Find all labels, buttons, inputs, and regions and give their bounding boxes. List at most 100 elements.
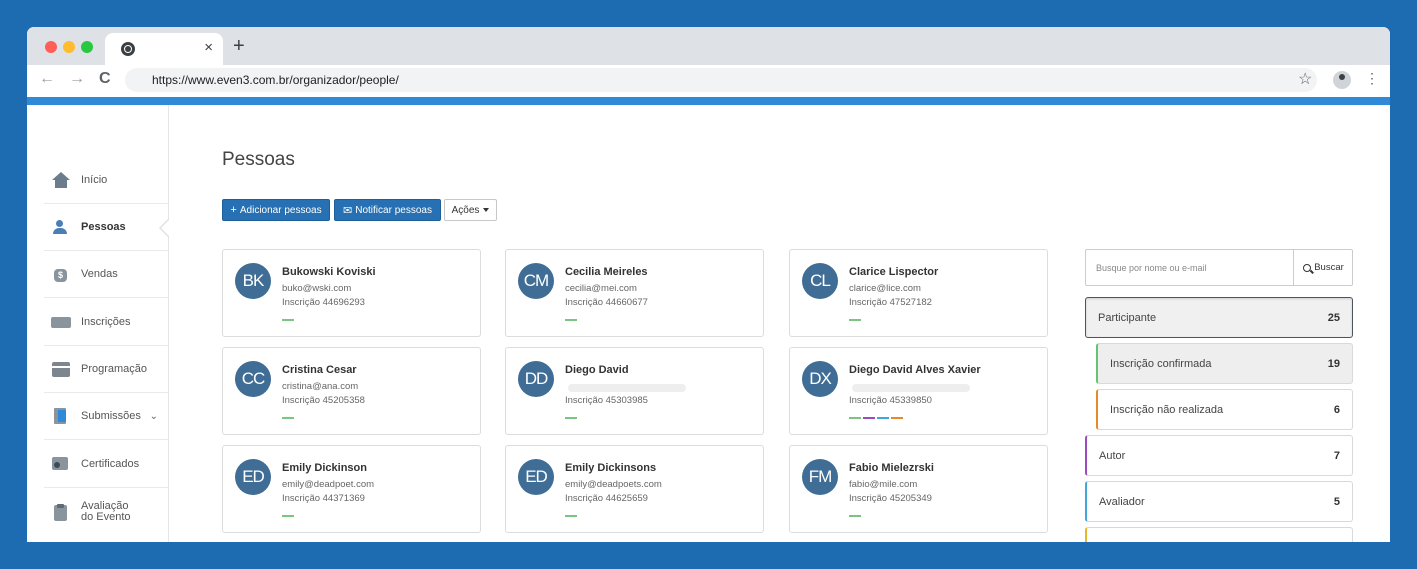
bookmark-star-icon[interactable]: ☆	[1298, 69, 1312, 89]
person-name[interactable]: Clarice Lispector	[849, 266, 938, 278]
category-tag	[849, 319, 861, 321]
filter-label: Avaliador	[1099, 496, 1145, 508]
person-card[interactable]: BK Bukowski Koviski buko@wski.com Inscrição…	[222, 249, 481, 337]
tab-strip: × +	[27, 27, 1390, 65]
sidebar-item-label: Submissões	[81, 410, 141, 422]
category-tag	[891, 417, 903, 419]
filter-label: Inscrição não realizada	[1110, 404, 1224, 416]
envelope-icon: ✉	[343, 204, 353, 217]
sidebar: Início Pessoas Vendas Inscrições Program…	[27, 105, 170, 542]
certificate-icon	[51, 456, 71, 472]
category-tags	[849, 319, 861, 321]
category-tag	[565, 515, 577, 517]
reload-icon[interactable]: C	[99, 70, 111, 88]
person-card[interactable]: CM Cecilia Meireles cecilia@mei.com Inscriç…	[505, 249, 764, 337]
person-name[interactable]: Diego David	[565, 364, 629, 376]
actions-dropdown[interactable]: Ações	[444, 199, 497, 221]
avatar: ED	[518, 459, 554, 495]
person-email: emily@deadpoets.com	[565, 479, 662, 490]
person-card[interactable]: ED Emily Dickinson emily@deadpoet.com Inscr…	[222, 445, 481, 533]
category-tags	[565, 417, 577, 419]
person-registration: Inscrição 44371369	[282, 493, 365, 504]
person-name[interactable]: Diego David Alves Xavier	[849, 364, 981, 376]
filter-count: 19	[1327, 358, 1340, 370]
person-card[interactable]: DD Diego David Inscrição 45303985	[505, 347, 764, 435]
button-label: Ações	[451, 204, 480, 216]
sidebar-item-vendas[interactable]: Vendas	[44, 251, 168, 298]
filter-next-category[interactable]	[1085, 527, 1353, 542]
category-tags	[849, 417, 903, 419]
sidebar-item-label: Avaliação do Evento	[81, 500, 131, 523]
person-name[interactable]: Bukowski Koviski	[282, 266, 376, 278]
search-button[interactable]: Buscar	[1293, 250, 1353, 285]
person-card[interactable]: CC Cristina Cesar cristina@ana.com Inscriçã…	[222, 347, 481, 435]
category-tag	[863, 417, 875, 419]
person-card[interactable]: FM Fabio Mielezrski fabio@mile.com Inscriçã…	[789, 445, 1048, 533]
search-input[interactable]	[1086, 250, 1293, 285]
new-tab-button[interactable]: +	[233, 35, 245, 58]
page-title: Pessoas	[222, 149, 295, 170]
notify-people-button[interactable]: ✉ Notificar pessoas	[334, 199, 441, 221]
minimize-window-button[interactable]	[63, 41, 75, 53]
person-name[interactable]: Cecilia Meireles	[565, 266, 648, 278]
url-text: https://www.even3.com.br/organizador/peo…	[152, 73, 399, 87]
browser-tab[interactable]: ×	[105, 33, 223, 65]
category-tag	[849, 515, 861, 517]
sidebar-item-pessoas[interactable]: Pessoas	[44, 204, 170, 251]
person-card[interactable]: CL Clarice Lispector clarice@lice.com Inscr…	[789, 249, 1048, 337]
person-registration: Inscrição 44696293	[282, 297, 365, 308]
person-registration: Inscrição 45205358	[282, 395, 365, 406]
maximize-window-button[interactable]	[81, 41, 93, 53]
active-indicator	[157, 218, 170, 238]
sidebar-item-programacao[interactable]: Programação	[44, 346, 168, 393]
filter-count: 5	[1333, 496, 1340, 508]
clipboard-icon	[51, 503, 71, 521]
calendar-icon	[51, 361, 71, 377]
search-box: Buscar	[1085, 249, 1353, 286]
person-card[interactable]: DX Diego David Alves Xavier Inscrição 4533…	[789, 347, 1048, 435]
browser-window: × + ← → C https://www.even3.com.br/organ…	[27, 27, 1390, 542]
chrome-icon	[121, 42, 135, 56]
address-bar[interactable]: https://www.even3.com.br/organizador/peo…	[125, 68, 1317, 92]
category-tags	[282, 515, 294, 517]
sidebar-item-certificados[interactable]: Certificados	[44, 441, 168, 488]
sidebar-item-inicio[interactable]: Início	[44, 157, 168, 204]
avatar: CL	[802, 263, 838, 299]
filter-participante[interactable]: Participante 25	[1085, 297, 1353, 338]
person-name[interactable]: Fabio Mielezrski	[849, 462, 934, 474]
back-arrow-icon[interactable]: ←	[39, 70, 55, 88]
filter-inscricao-nao-realizada[interactable]: Inscrição não realizada 6	[1096, 389, 1353, 430]
add-people-button[interactable]: + Adicionar pessoas	[222, 199, 330, 221]
close-window-button[interactable]	[45, 41, 57, 53]
person-name[interactable]: Emily Dickinson	[282, 462, 367, 474]
caret-down-icon	[483, 208, 490, 212]
category-tags	[565, 319, 577, 321]
forward-arrow-icon[interactable]: →	[69, 70, 85, 88]
sidebar-item-label: Certificados	[81, 458, 140, 470]
filter-inscricao-confirmada[interactable]: Inscrição confirmada 19	[1096, 343, 1353, 384]
category-tag	[282, 319, 294, 321]
person-email: buko@wski.com	[282, 283, 352, 294]
person-name[interactable]: Emily Dickinsons	[565, 462, 656, 474]
sidebar-item-inscricoes[interactable]: Inscrições	[44, 299, 168, 346]
profile-avatar-icon[interactable]	[1333, 71, 1351, 89]
sidebar-item-label: Início	[81, 174, 108, 186]
filter-autor[interactable]: Autor 7	[1085, 435, 1353, 476]
person-name[interactable]: Cristina Cesar	[282, 364, 357, 376]
person-email: cecilia@mei.com	[565, 283, 637, 294]
filter-avaliador[interactable]: Avaliador 5	[1085, 481, 1353, 522]
sidebar-item-submissoes[interactable]: Submissões ⌄	[44, 393, 168, 440]
person-card[interactable]: ED Emily Dickinsons emily@deadpoets.com Ins…	[505, 445, 764, 533]
sidebar-item-avaliacao[interactable]: Avaliação do Evento	[44, 488, 168, 535]
button-label: Adicionar pessoas	[239, 204, 322, 216]
close-tab-icon[interactable]: ×	[204, 39, 213, 56]
chevron-down-icon[interactable]: ⌄	[150, 411, 158, 422]
browser-menu-icon[interactable]: ⋮	[1365, 70, 1379, 87]
redacted-email	[568, 384, 686, 392]
label-line-2: do Evento	[81, 510, 131, 523]
button-label: Notificar pessoas	[355, 204, 432, 216]
person-registration: Inscrição 45339850	[849, 395, 932, 406]
sidebar-item-label: Programação	[81, 363, 148, 375]
person-registration: Inscrição 45303985	[565, 395, 648, 406]
category-tags	[282, 417, 294, 419]
